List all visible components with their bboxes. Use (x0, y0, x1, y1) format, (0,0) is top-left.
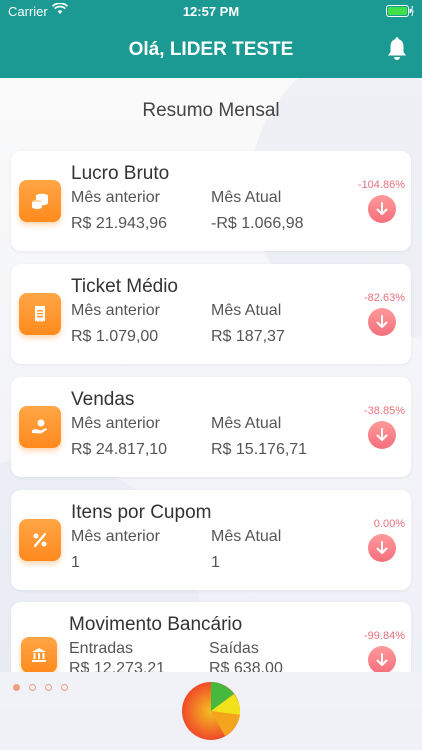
card-title: Itens por Cupom (71, 502, 212, 523)
header-bar: Olá, LIDER TESTE (0, 22, 422, 78)
current-month-value: -R$ 1.066,98 (211, 215, 304, 232)
pie-chart-icon[interactable] (181, 681, 241, 741)
previous-month-label: Mês anterior (71, 528, 160, 545)
section-title: Resumo Mensal (142, 100, 280, 121)
card-vendas[interactable]: Vendas Mês anterior Mês Atual R$ 24.817,… (11, 377, 411, 477)
bell-icon[interactable] (386, 37, 408, 61)
page-title: Olá, LIDER TESTE (128, 39, 294, 60)
current-month-value: 1 (211, 554, 220, 571)
arrow-down-icon[interactable] (368, 534, 396, 562)
previous-month-label: Mês anterior (71, 189, 160, 206)
card-itens-por-cupom[interactable]: Itens por Cupom Mês anterior Mês Atual 1… (11, 490, 411, 590)
hand-coin-icon (19, 406, 61, 448)
previous-month-value: R$ 1.079,00 (71, 328, 159, 345)
current-month-value: R$ 187,37 (211, 328, 285, 345)
current-month-value: R$ 15.176,71 (211, 441, 308, 458)
change-percent: -104.86% (357, 179, 405, 191)
card-lucro-bruto[interactable]: Lucro Bruto Mês anterior Mês Atual R$ 21… (11, 151, 411, 251)
incoming-label: Entradas (69, 640, 134, 657)
current-month-label: Mês Atual (211, 528, 282, 545)
previous-month-label: Mês anterior (71, 302, 160, 319)
previous-month-label: Mês anterior (71, 415, 160, 432)
card-title: Lucro Bruto (71, 163, 170, 184)
bank-icon (21, 637, 57, 672)
arrow-down-icon[interactable] (368, 308, 396, 336)
card-title: Ticket Médio (71, 276, 178, 297)
outgoing-label: Saídas (209, 640, 259, 657)
clock: 12:57 PM (182, 4, 240, 19)
incoming-value: R$ 12.273,21 (69, 660, 166, 672)
arrow-down-icon[interactable] (368, 195, 396, 223)
card-movimento-bancario[interactable]: Movimento Bancário Entradas Saídas R$ 12… (11, 602, 411, 672)
page-dot[interactable] (13, 684, 20, 691)
previous-month-value: R$ 21.943,96 (71, 215, 168, 232)
card-title: Movimento Bancário (69, 614, 243, 635)
coins-icon (19, 180, 61, 222)
battery-icon (386, 5, 414, 17)
arrow-down-icon[interactable] (368, 421, 396, 449)
arrow-down-icon[interactable] (368, 646, 396, 672)
change-percent: -99.84% (364, 630, 405, 642)
receipt-icon (19, 293, 61, 335)
page-dot[interactable] (29, 684, 36, 691)
previous-month-value: 1 (71, 554, 80, 571)
page-dot[interactable] (61, 684, 68, 691)
card-title: Vendas (71, 389, 135, 410)
current-month-label: Mês Atual (211, 302, 282, 319)
card-ticket-medio[interactable]: Ticket Médio Mês anterior Mês Atual R$ 1… (11, 264, 411, 364)
change-percent: -82.63% (364, 292, 405, 304)
page-dot[interactable] (45, 684, 52, 691)
status-bar: Carrier 12:57 PM (0, 0, 422, 22)
change-percent: 0.00% (373, 518, 405, 530)
outgoing-value: R$ 638,00 (209, 660, 283, 672)
dashboard-content[interactable]: Resumo Mensal Lucro Bruto Mês anterior M… (0, 78, 422, 672)
change-percent: -38.85% (364, 405, 405, 417)
percent-icon (19, 519, 61, 561)
current-month-label: Mês Atual (211, 415, 282, 432)
previous-month-value: R$ 24.817,10 (71, 441, 168, 458)
current-month-label: Mês Atual (211, 189, 282, 206)
